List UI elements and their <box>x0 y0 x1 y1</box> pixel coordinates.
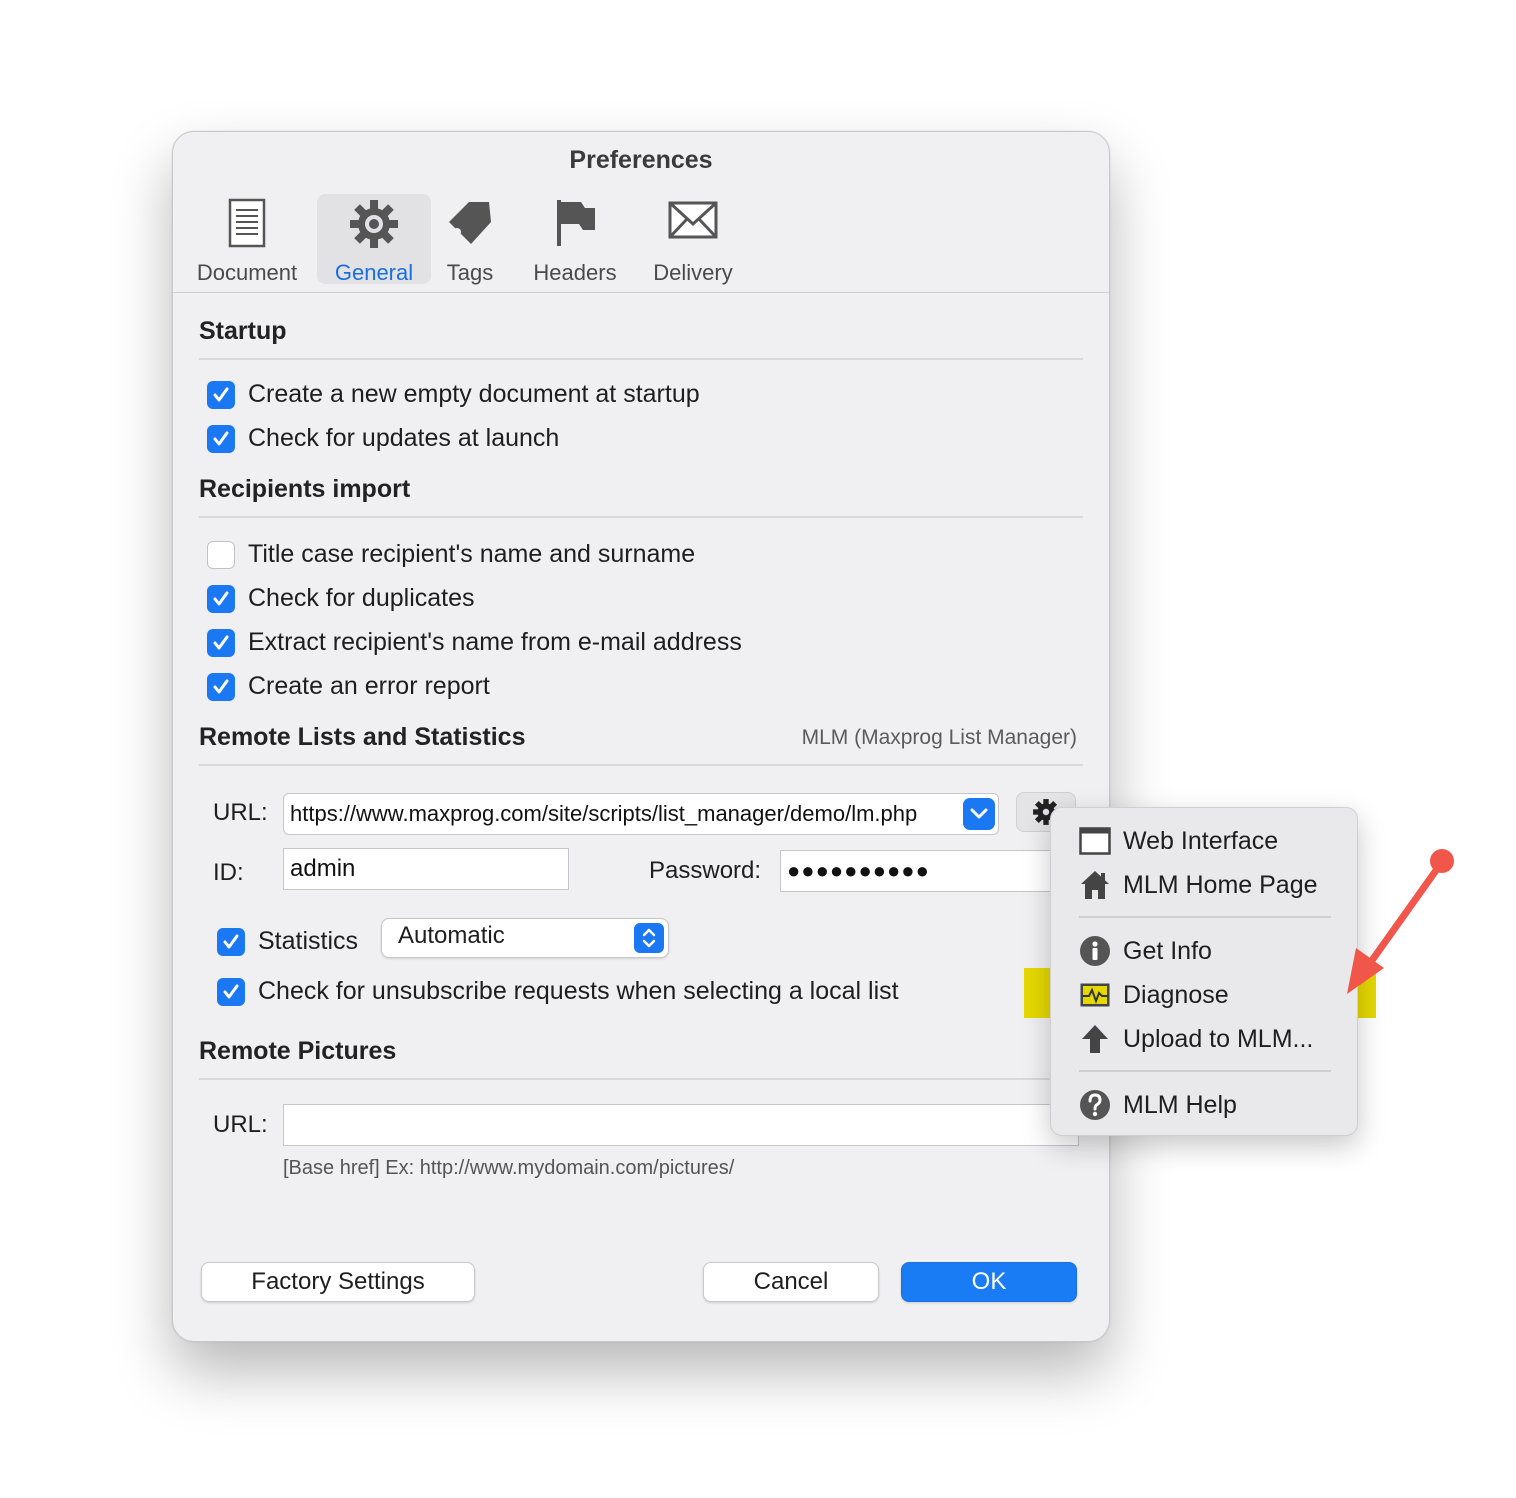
annotation-arrow <box>1347 849 1454 994</box>
